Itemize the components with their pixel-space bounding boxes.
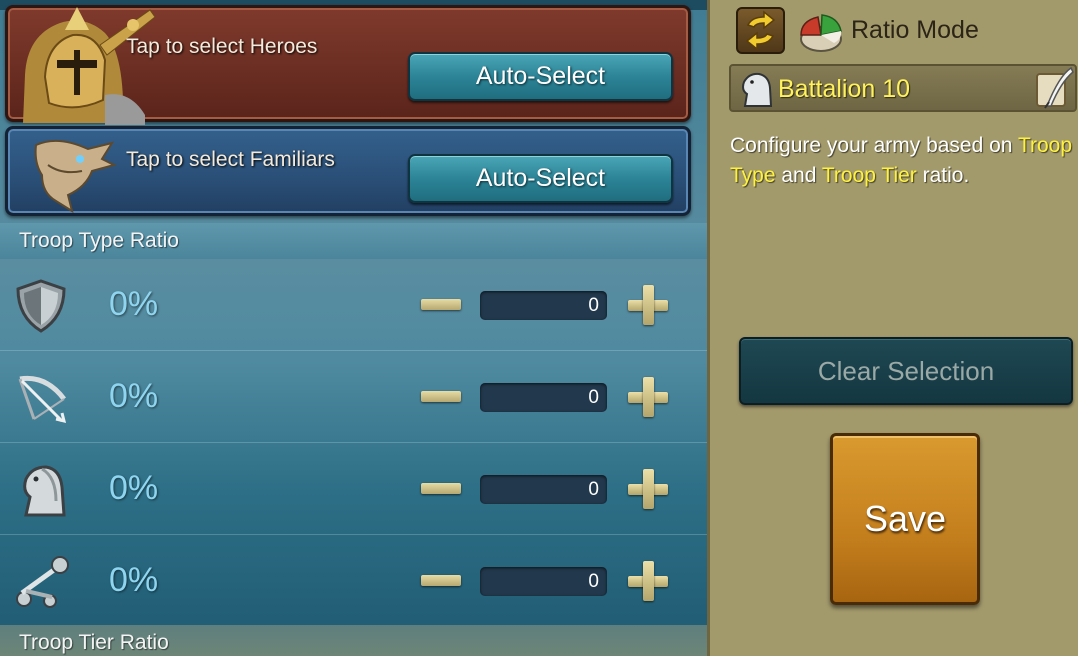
cavalry-increase-button[interactable]: [628, 469, 668, 509]
clear-selection-button[interactable]: Clear Selection: [739, 337, 1073, 405]
infantry-shield-icon: [16, 279, 66, 333]
infantry-percent: 0%: [109, 285, 159, 323]
heroes-auto-select-button[interactable]: Auto-Select: [408, 52, 673, 101]
troop-row-cavalry: 0% 0: [0, 443, 707, 535]
ratio-sidebar: Ratio Mode Battalion 10 Configure your a…: [707, 0, 1078, 656]
hero-knight-icon: [23, 7, 155, 125]
battalion-name: Battalion 10: [778, 75, 911, 103]
siege-catapult-icon: [16, 556, 69, 608]
troop-tier-highlight: Troop Tier: [821, 164, 917, 187]
siege-percent: 0%: [109, 561, 159, 599]
ranged-percent: 0%: [109, 377, 159, 415]
heroes-selector[interactable]: Tap to select Heroes Auto-Select: [5, 5, 691, 125]
infantry-decrease-button[interactable]: [421, 299, 461, 310]
familiars-label: Tap to select Familiars: [126, 148, 335, 171]
siege-decrease-button[interactable]: [421, 575, 461, 586]
swap-mode-button[interactable]: [736, 7, 785, 54]
troop-config-panel: Tap to select Heroes Auto-Select Tap to …: [0, 0, 707, 656]
siege-quantity-input[interactable]: 0: [480, 567, 607, 596]
cavalry-decrease-button[interactable]: [421, 483, 461, 494]
battalion-selector[interactable]: Battalion 10: [729, 64, 1077, 112]
ranged-increase-button[interactable]: [628, 377, 668, 417]
cavalry-quantity-input[interactable]: 0: [480, 475, 607, 504]
save-button[interactable]: Save: [830, 433, 980, 605]
siege-increase-button[interactable]: [628, 561, 668, 601]
ranged-bow-icon: [18, 375, 67, 424]
ratio-mode-label: Ratio Mode: [851, 16, 979, 44]
cavalry-percent: 0%: [109, 469, 159, 507]
troop-row-siege: 0% 0: [0, 535, 707, 627]
ratio-description: Configure your army based on Troop Type …: [730, 134, 1073, 187]
battalion-horse-icon: [742, 72, 773, 107]
troop-row-ranged: 0% 0: [0, 351, 707, 443]
familiar-dragon-icon: [34, 139, 117, 213]
cavalry-horse-icon: [23, 465, 66, 517]
infantry-increase-button[interactable]: [628, 285, 668, 325]
heroes-label: Tap to select Heroes: [126, 35, 318, 58]
ranged-quantity-input[interactable]: 0: [480, 383, 607, 412]
troop-tier-ratio-header: Troop Tier Ratio: [0, 625, 707, 656]
ranged-decrease-button[interactable]: [421, 391, 461, 402]
troop-type-ratio-header: Troop Type Ratio: [0, 223, 707, 259]
rename-quill-icon[interactable]: [1031, 66, 1075, 112]
ratio-pie-icon: [800, 14, 842, 52]
familiars-selector[interactable]: Tap to select Familiars Auto-Select: [5, 126, 691, 216]
familiars-auto-select-button[interactable]: Auto-Select: [408, 154, 673, 203]
swap-arrows-icon: [745, 10, 776, 51]
infantry-quantity-input[interactable]: 0: [480, 291, 607, 320]
troop-row-infantry: 0% 0: [0, 259, 707, 351]
